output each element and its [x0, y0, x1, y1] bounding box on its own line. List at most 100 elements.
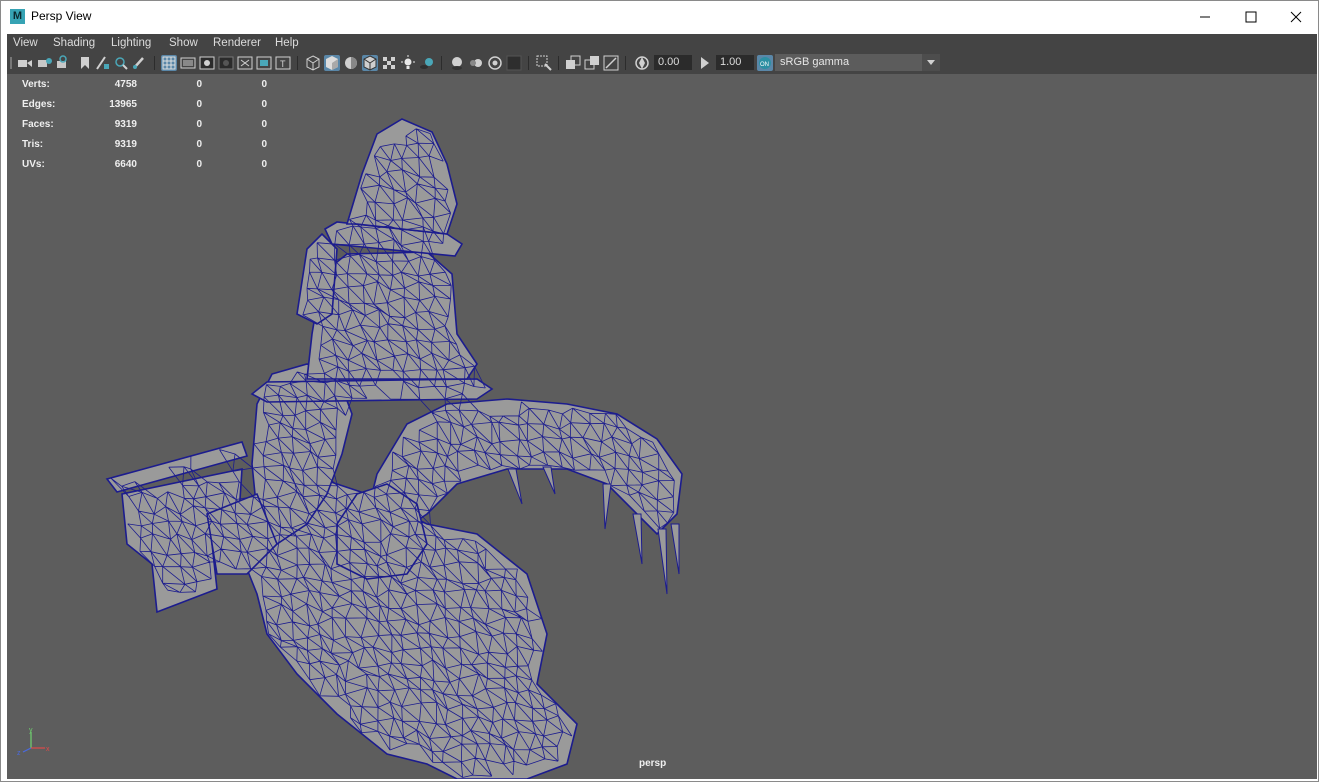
toolbar-grip[interactable]: [9, 55, 13, 71]
color-management-icon[interactable]: ON: [757, 55, 773, 71]
xray-active-components-icon[interactable]: [584, 55, 600, 71]
hud-component: 0: [261, 139, 267, 150]
axis-y-label: y: [29, 727, 33, 734]
toolbar-separator: [625, 56, 626, 70]
hud-component: 0: [261, 99, 267, 110]
hud-selected: 0: [196, 139, 202, 150]
icicle-drip: [542, 466, 556, 495]
safe-action-icon[interactable]: [256, 55, 272, 71]
maximize-button[interactable]: [1228, 1, 1274, 32]
svg-text:ON: ON: [760, 62, 769, 68]
screen-space-ao-icon[interactable]: [449, 55, 465, 71]
textured-icon[interactable]: [381, 55, 397, 71]
menu-view[interactable]: View: [13, 37, 38, 49]
hud-selected: 0: [196, 99, 202, 110]
motion-blur-icon[interactable]: [468, 55, 484, 71]
field-chart-icon[interactable]: [237, 55, 253, 71]
select-camera-icon[interactable]: [17, 55, 33, 71]
menu-show[interactable]: Show: [169, 37, 198, 49]
view-axis-gizmo: y z x: [17, 727, 50, 756]
mesh-wireframe: [105, 118, 683, 779]
menu-shading[interactable]: Shading: [53, 37, 95, 49]
color-space-dropdown[interactable]: sRGB gamma: [775, 54, 940, 71]
gate-mask-icon[interactable]: [218, 55, 234, 71]
hud-component: 0: [261, 159, 267, 170]
svg-text:T: T: [280, 59, 286, 69]
bookmark-icon[interactable]: [77, 55, 93, 71]
chevron-down-icon: [922, 54, 940, 71]
hud-total: 4758: [114, 79, 137, 90]
multisample-aa-icon[interactable]: [487, 55, 503, 71]
hud-component: 0: [261, 79, 267, 90]
close-icon: [1290, 11, 1302, 23]
camera-attributes-icon[interactable]: [37, 55, 53, 71]
two-d-pan-zoom-icon[interactable]: [113, 55, 129, 71]
hud-label: Verts:: [22, 79, 50, 90]
wireframe-icon[interactable]: [305, 55, 321, 71]
minimize-icon: [1200, 16, 1210, 18]
hud-label: UVs:: [22, 159, 45, 170]
toolbar-separator: [528, 56, 529, 70]
axis-x-label: x: [46, 746, 50, 753]
hud-selected: 0: [196, 119, 202, 130]
safe-title-icon[interactable]: T: [275, 55, 291, 71]
xray-joints-icon[interactable]: [603, 55, 619, 71]
toolbar-separator: [297, 56, 298, 70]
hud-total: 9319: [114, 139, 137, 150]
toolbar-separator: [441, 56, 442, 70]
camera-lock-icon[interactable]: [55, 55, 71, 71]
xray-icon[interactable]: [565, 55, 581, 71]
menu-renderer[interactable]: Renderer: [213, 37, 261, 49]
hud-label: Edges:: [22, 99, 56, 110]
icicle-drip: [670, 523, 680, 575]
axis-z-label: z: [17, 750, 21, 756]
hud-label: Tris:: [22, 139, 44, 150]
hud-total: 13965: [109, 99, 137, 110]
maya-app-icon: M: [10, 9, 25, 24]
gamma-icon[interactable]: [697, 55, 713, 71]
toolbar-separator: [558, 56, 559, 70]
icicle-drip: [602, 483, 612, 530]
window-title: Persp View: [31, 9, 92, 23]
wireframe-on-shaded-icon[interactable]: [362, 55, 378, 71]
hud-total: 9319: [114, 119, 137, 130]
panel-chrome: View Shading Lighting Show Renderer Help…: [7, 34, 1317, 779]
color-space-label: sRGB gamma: [780, 56, 850, 68]
title-bar[interactable]: M Persp View: [1, 1, 1318, 32]
toolbar-separator: [154, 56, 155, 70]
icicle-drip: [632, 513, 643, 565]
mesh-part: [250, 378, 494, 403]
minimize-button[interactable]: [1182, 1, 1228, 32]
resolution-gate-icon[interactable]: [199, 55, 215, 71]
grease-pencil-icon[interactable]: [131, 55, 147, 71]
smooth-shade-icon[interactable]: [324, 55, 340, 71]
isolate-select-icon[interactable]: [536, 55, 552, 71]
menu-lighting[interactable]: Lighting: [111, 37, 151, 49]
perspective-viewport[interactable]: Verts: 4758 0 0 Edges: 13965 0 0 Faces: …: [7, 74, 1317, 779]
camera-name-label: persp: [639, 758, 667, 769]
icicle-drip: [507, 468, 523, 505]
close-button[interactable]: [1273, 1, 1318, 32]
maya-window: M Persp View View Shading Lighting Show …: [0, 0, 1319, 782]
grid-icon[interactable]: [161, 55, 177, 71]
image-plane-icon[interactable]: [95, 55, 111, 71]
icicle-drip: [657, 528, 668, 595]
film-gate-icon[interactable]: [180, 55, 196, 71]
hud-component: 0: [261, 119, 267, 130]
exposure-icon[interactable]: [634, 55, 650, 71]
panel-menubar: View Shading Lighting Show Renderer Help: [7, 34, 1317, 52]
gamma-field[interactable]: 1.00: [716, 55, 754, 70]
hud-label: Faces:: [22, 119, 54, 130]
maximize-icon: [1245, 11, 1257, 23]
panel-toolbar: T 0.00 1.00 ON sRGB gamma: [7, 52, 1317, 74]
default-material-icon[interactable]: [343, 55, 359, 71]
menu-help[interactable]: Help: [275, 37, 299, 49]
exposure-field[interactable]: 0.00: [654, 55, 692, 70]
hud-total: 6640: [114, 159, 137, 170]
shadows-icon[interactable]: [419, 55, 435, 71]
hud-selected: 0: [196, 159, 202, 170]
depth-of-field-icon[interactable]: [506, 55, 522, 71]
mesh-part: [345, 118, 458, 235]
hud-selected: 0: [196, 79, 202, 90]
lights-icon[interactable]: [400, 55, 416, 71]
